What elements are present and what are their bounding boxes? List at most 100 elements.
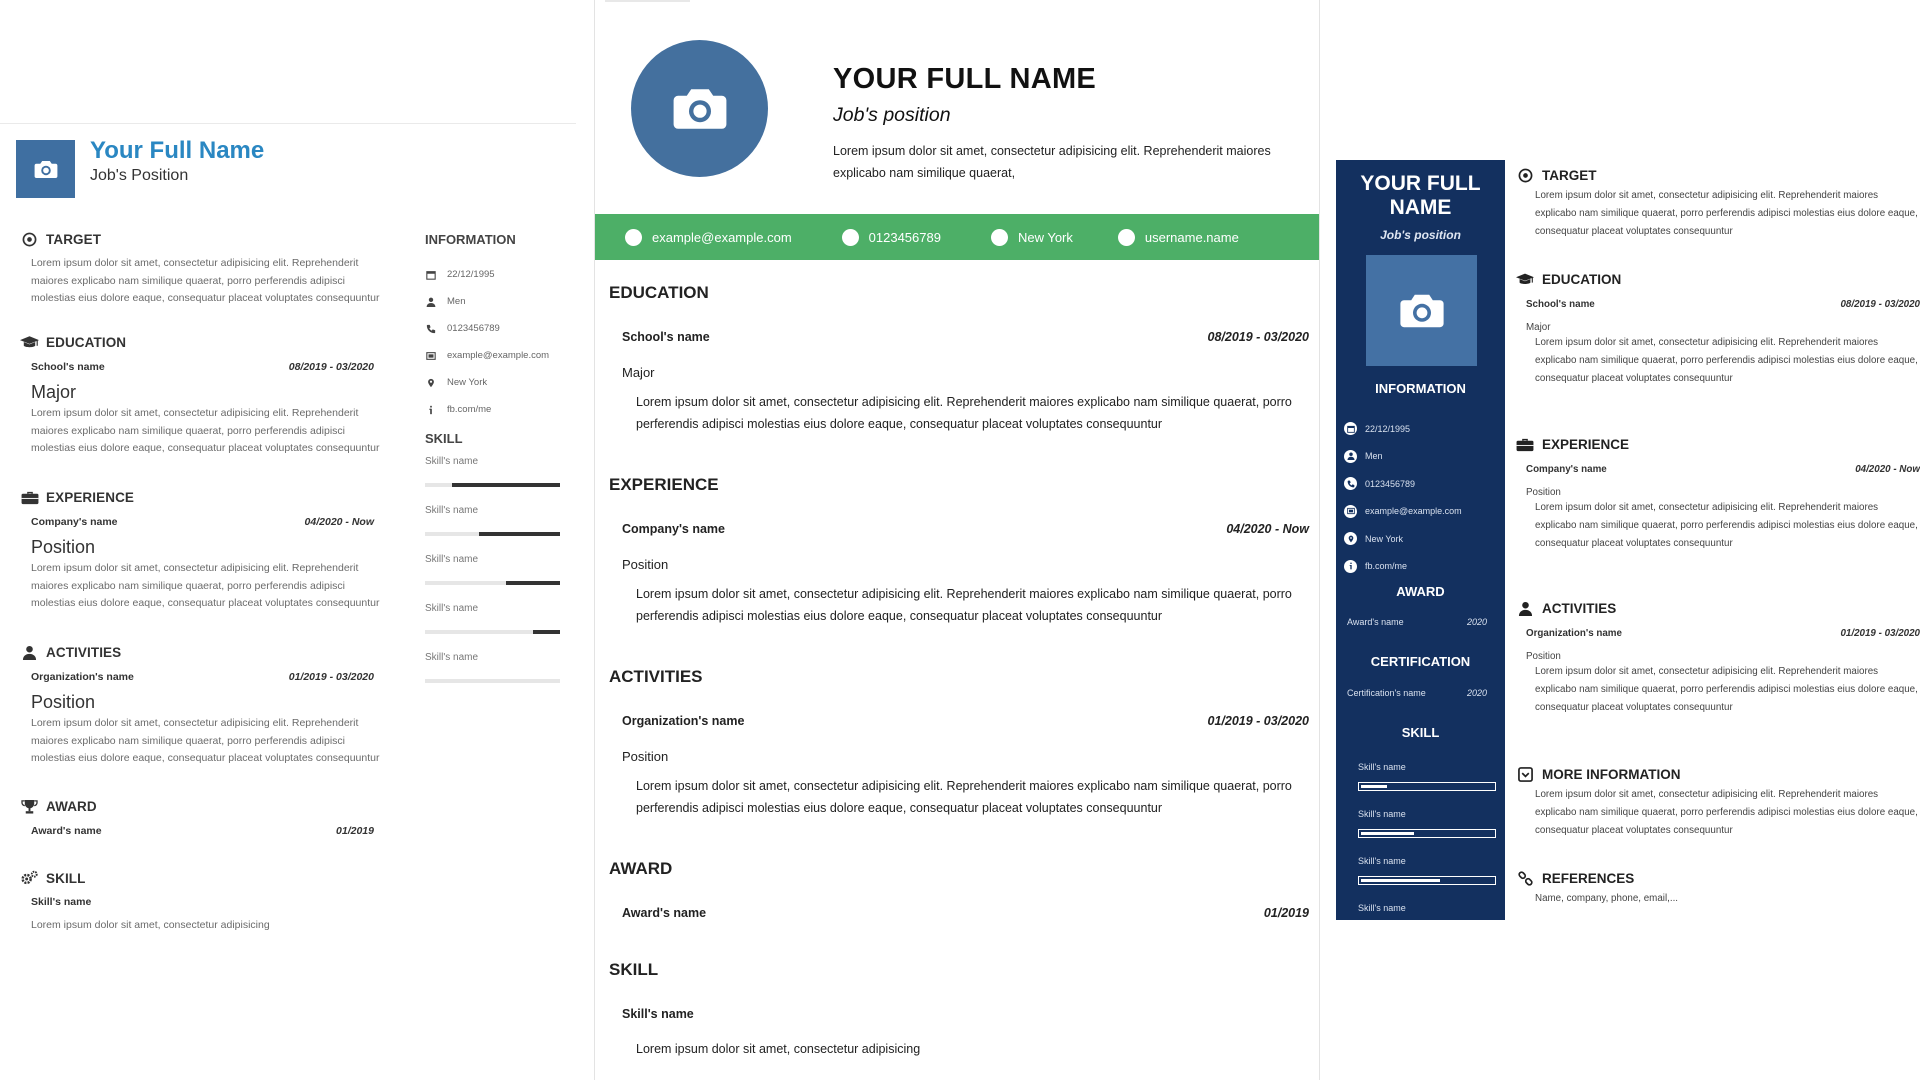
- information-item: 0123456789: [1344, 477, 1415, 490]
- information-text: New York: [447, 377, 488, 388]
- skill-bar: [1358, 782, 1496, 791]
- cv-template-2: YOUR FULL NAME Job's position Lorem ipsu…: [594, 0, 1320, 1080]
- user-icon: [22, 645, 37, 660]
- profile-photo-placeholder[interactable]: [1366, 255, 1477, 366]
- section-title: AWARD: [609, 859, 673, 878]
- section-education: EDUCATION School's name 08/2019 - 03/2020…: [609, 283, 1309, 435]
- profile-photo-placeholder[interactable]: [16, 140, 75, 198]
- information-text: 0123456789: [447, 323, 500, 334]
- school-name: School's name: [1526, 299, 1595, 310]
- contact-username[interactable]: username.name: [1117, 228, 1239, 246]
- contact-text: New York: [1017, 229, 1073, 245]
- date-range: 08/2019 - 03/2020: [288, 361, 374, 373]
- information-item: 22/12/1995: [1344, 422, 1410, 435]
- skill-bar-fill: [1361, 785, 1388, 788]
- section-text: Lorem ipsum dolor sit amet, consectetur …: [31, 407, 380, 454]
- section-text: Lorem ipsum dolor sit amet, consectetur …: [31, 919, 270, 931]
- section-title: ACTIVITIES: [46, 644, 122, 660]
- information-text: example@example.com: [447, 350, 550, 361]
- section-title: SKILL: [46, 870, 86, 886]
- company-name: Company's name: [31, 516, 118, 528]
- envelope-icon: [426, 351, 436, 361]
- information-text: 0123456789: [1365, 478, 1416, 489]
- award-date: 01/2019: [1263, 906, 1309, 920]
- skill-label: Skill's name: [425, 456, 479, 467]
- information-text: 22/12/1995: [1365, 423, 1411, 434]
- contact-text: username.name: [1144, 229, 1239, 245]
- circle-icon: [625, 228, 642, 246]
- information-column: INFORMATION 22/12/1995 Men 0123456789 examp…: [425, 232, 560, 701]
- skill-title: SKILL: [1401, 725, 1440, 740]
- company-name: Company's name: [622, 522, 726, 536]
- section-activities: ACTIVITIES Organization's name 01/2019 - …: [20, 644, 380, 768]
- school-name: School's name: [31, 361, 105, 373]
- section-title: EDUCATION: [609, 283, 709, 302]
- section-text: Lorem ipsum dolor sit amet, consectetur …: [636, 587, 1292, 623]
- contact-bar: example@example.com 0123456789 New York …: [595, 214, 1319, 260]
- section-title: EXPERIENCE: [46, 489, 135, 505]
- section-title: AWARD: [46, 798, 97, 814]
- target-icon: [22, 232, 37, 247]
- section-title: TARGET: [1542, 167, 1597, 183]
- skill-label: Skill's name: [425, 652, 479, 663]
- section-text: Lorem ipsum dolor sit amet, consectetur …: [636, 395, 1292, 431]
- section-text: Lorem ipsum dolor sit amet, consectetur …: [636, 1042, 921, 1056]
- information-item: New York: [1344, 532, 1403, 545]
- award-name: Award's name: [31, 825, 102, 837]
- circle-icon: [1117, 228, 1135, 246]
- map-pin-icon: [1347, 535, 1355, 543]
- cv-template-1: Your Full Name Job's Position TARGET Lor…: [0, 0, 592, 1080]
- info-icon: [1347, 562, 1355, 570]
- skill-label: Skill's name: [425, 554, 479, 565]
- section-activities: ACTIVITIES Organization's name 01/2019 - …: [1516, 600, 1920, 717]
- link-icon: [1518, 871, 1533, 886]
- briefcase-icon: [1516, 437, 1534, 452]
- skill-item: Skill's name: [425, 603, 560, 634]
- section-references: REFERENCES Name, company, phone, email,.…: [1516, 870, 1920, 908]
- section-target: TARGET Lorem ipsum dolor sit amet, conse…: [20, 231, 380, 308]
- contact-phone[interactable]: 0123456789: [841, 228, 941, 246]
- graduation-cap-icon: [20, 334, 39, 350]
- skill-label: Skill's name: [425, 603, 479, 614]
- information-text: example@example.com: [1365, 506, 1462, 516]
- contact-location[interactable]: New York: [990, 228, 1073, 246]
- section-skill: SKILL Skill's name Lorem ipsum dolor sit…: [609, 960, 1309, 1060]
- section-title: ACTIVITIES: [609, 667, 703, 686]
- major: Major: [622, 365, 655, 380]
- information-item: fb.com/me: [425, 396, 560, 423]
- organization-name: Organization's name: [1526, 628, 1622, 639]
- map-pin-icon: [426, 378, 436, 388]
- section-title: MORE INFORMATION: [1542, 766, 1681, 782]
- skill-label: Skill's name: [425, 505, 479, 516]
- date-range: 04/2020 - Now: [1226, 522, 1309, 536]
- name-line-2: NAME: [1389, 196, 1452, 219]
- job-position: Job's Position: [90, 167, 189, 184]
- position: Position: [31, 537, 96, 557]
- date-range: 01/2019 - 03/2020: [288, 671, 374, 683]
- date-range: 08/2019 - 03/2020: [1840, 299, 1920, 310]
- camera-icon: [673, 87, 727, 131]
- section-text: Lorem ipsum dolor sit amet, consectetur …: [1535, 789, 1918, 836]
- section-more-information: MORE INFORMATION Lorem ipsum dolor sit a…: [1516, 766, 1920, 840]
- profile-photo-placeholder[interactable]: [631, 40, 768, 177]
- full-name: Your Full Name: [90, 137, 265, 164]
- job-position: Job's position: [833, 104, 951, 126]
- contact-email[interactable]: example@example.com: [625, 228, 792, 246]
- section-experience: EXPERIENCE Company's name 04/2020 - Now P…: [609, 475, 1309, 627]
- date-range: 01/2019 - 03/2020: [1840, 628, 1920, 639]
- section-text: Lorem ipsum dolor sit amet, consectetur …: [1535, 190, 1918, 237]
- position: Position: [1526, 651, 1561, 662]
- trophy-icon: [21, 799, 38, 814]
- sidebar: YOUR FULL NAME Job's position INFORMATION…: [1336, 160, 1505, 920]
- section-award: AWARD Award's name 01/2019: [609, 859, 1309, 920]
- position: Position: [622, 557, 669, 572]
- skill-bar-fill: [479, 532, 560, 536]
- cv-template-3: YOUR FULL NAME Job's position INFORMATION…: [1336, 160, 1920, 920]
- organization-name: Organization's name: [622, 714, 745, 728]
- skill-bar-fill: [452, 483, 560, 487]
- skill-bar: [425, 483, 560, 487]
- skill-item: Skill's name: [425, 652, 560, 683]
- date-range: 01/2019 - 03/2020: [1207, 714, 1309, 728]
- gears-icon: [20, 870, 39, 886]
- information-text: New York: [1365, 533, 1404, 544]
